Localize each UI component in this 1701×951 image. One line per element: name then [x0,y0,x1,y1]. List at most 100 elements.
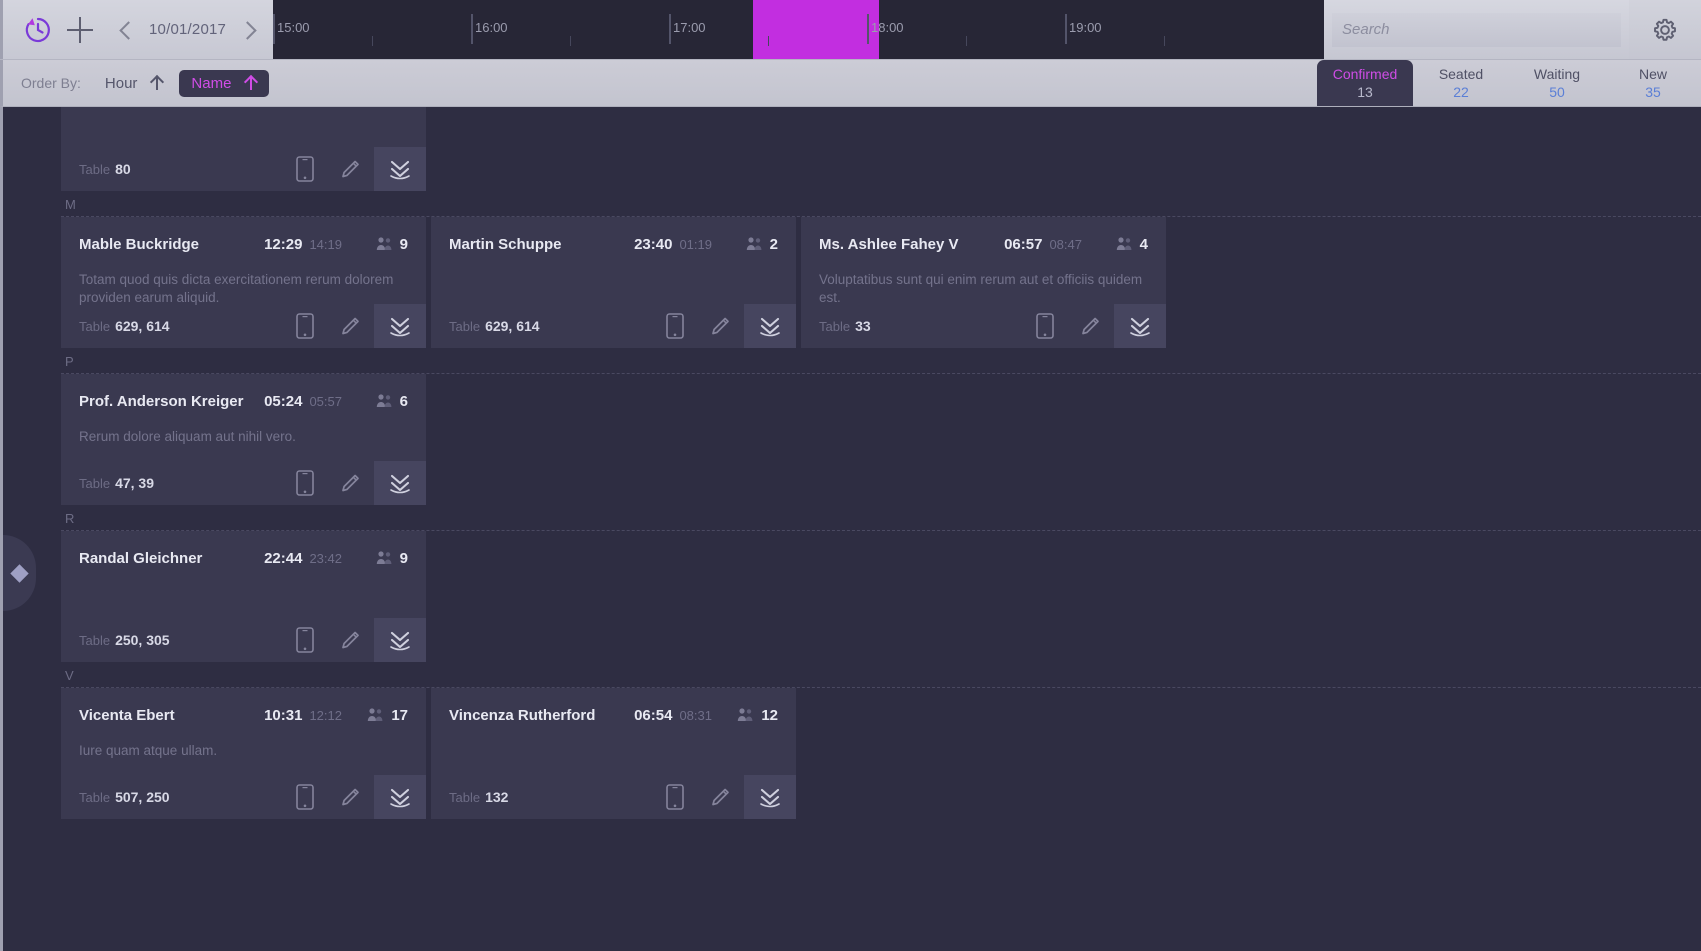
tab-count: 22 [1453,84,1469,100]
expand-button[interactable] [374,147,426,191]
reservation-card-partial[interactable]: Table 80 [61,107,426,191]
edit-button[interactable] [328,461,374,505]
edit-button[interactable] [698,304,744,348]
group-card-row: Vicenta Ebert 10:31 12:12 17 Iure quam atque… [3,688,1701,819]
tab-waiting[interactable]: Waiting 50 [1509,60,1605,106]
guest-count: 9 [399,549,408,567]
card-footer: Table 47, 39 [61,461,426,505]
timeline-ruler[interactable]: 15:00 16:00 17:00 18:00 19:00 [273,0,1324,59]
guest-count-group: 9 [364,236,408,253]
reservation-card[interactable]: Prof. Anderson Kreiger 05:24 05:57 6 Rerum d… [61,374,426,505]
edit-button[interactable] [328,147,374,191]
guest-count-group: 9 [364,550,408,567]
reservation-time-alt: 12:12 [309,707,342,723]
phone-button[interactable] [282,461,328,505]
tab-count: 13 [1357,84,1373,100]
card-header: Vicenta Ebert 10:31 12:12 17 [61,688,426,730]
plus-icon [67,16,93,43]
reservation-card[interactable]: Randal Gleichner 22:44 23:42 9 Table 250, 305 [61,531,426,662]
card-actions [282,461,426,505]
sort-option-hour-label: Hour [104,74,138,92]
edit-button[interactable] [328,618,374,662]
table-label: Table [79,789,111,805]
tab-confirmed[interactable]: Confirmed 13 [1317,60,1413,106]
tab-seated[interactable]: Seated 22 [1413,60,1509,106]
date-navigator: 10/01/2017 [113,17,262,43]
expand-button[interactable] [374,461,426,505]
history-clock-icon[interactable] [17,9,59,51]
phone-button[interactable] [652,304,698,348]
arrow-up-icon [245,76,257,90]
expand-button[interactable] [374,618,426,662]
expand-button[interactable] [1114,304,1166,348]
reservation-card[interactable]: Vicenta Ebert 10:31 12:12 17 Iure quam atque… [61,688,426,819]
reservation-group-V: V Vicenta Ebert 10:31 12:12 17 Iure quam atqu… [3,662,1701,819]
reservation-card[interactable]: Ms. Ashlee Fahey V 06:57 08:47 4 Voluptatibu… [801,217,1166,348]
customer-name: Prof. Anderson Kreiger [79,392,244,410]
reservation-card[interactable]: Martin Schuppe 23:40 01:19 2 Table 629, 614 [431,217,796,348]
edit-button[interactable] [328,775,374,819]
card-header: Martin Schuppe 23:40 01:19 2 [431,217,796,259]
table-label: Table [819,318,851,334]
reservation-time-alt: 08:31 [679,707,712,723]
tab-label: New [1638,66,1667,82]
expand-button[interactable] [744,775,796,819]
double-chevron-down-icon [390,317,410,337]
chevron-right-icon[interactable] [236,17,262,43]
card-actions [282,147,426,191]
phone-button[interactable] [1022,304,1068,348]
phone-button[interactable] [282,618,328,662]
card-actions [282,304,426,348]
edit-button[interactable] [328,304,374,348]
guests-people-icon [368,708,383,721]
edit-button[interactable] [1068,304,1114,348]
guest-count-group: 12 [734,707,778,724]
reservation-times: 22:44 23:42 [264,550,342,567]
pencil-icon [342,788,359,806]
guest-count-group: 6 [364,393,408,410]
phone-button[interactable] [282,304,328,348]
reservation-card[interactable]: Mable Buckridge 12:29 14:19 9 Totam quod qui… [61,217,426,348]
timeline-half-hour-tick [372,36,373,46]
group-card-row: Randal Gleichner 22:44 23:42 9 Table 250, 305 [3,531,1701,662]
reservation-times: 06:57 08:47 [1004,236,1082,253]
table-label: Table [79,475,111,491]
reservation-groups: M Mable Buckridge 12:29 14:19 9 Totam quod qu… [3,191,1701,819]
chevron-left-icon[interactable] [113,17,139,43]
search-input[interactable] [1332,12,1621,47]
phone-button[interactable] [282,147,328,191]
settings-button[interactable] [1629,0,1701,59]
mobile-phone-icon [296,784,314,810]
timeline-half-hour-tick [966,36,967,46]
reservation-card[interactable]: Vincenza Rutherford 06:54 08:31 12 Table 132 [431,688,796,819]
reservation-time-alt: 23:42 [309,550,342,566]
table-value: 250, 305 [115,632,170,648]
expand-button[interactable] [374,304,426,348]
phone-button[interactable] [652,775,698,819]
expand-button[interactable] [374,775,426,819]
timeline-major-tick [471,14,473,44]
reservation-time: 12:29 [264,235,303,253]
gear-icon [1654,18,1676,41]
double-chevron-down-icon [1130,317,1150,337]
timeline-half-hour-tick [1164,36,1165,46]
table-value: 80 [115,161,131,177]
group-letter-label: P [65,354,74,369]
add-reservation-button[interactable] [59,9,101,51]
sort-option-hour[interactable]: Hour [105,75,164,92]
group-letter-label: M [65,197,76,212]
pencil-icon [342,160,359,178]
group-letter-label: V [65,668,74,683]
timeline-major-tick [1065,14,1067,44]
tab-new[interactable]: New 35 [1605,60,1701,106]
table-label: Table [79,318,111,334]
sort-option-name-label: Name [191,74,232,92]
sort-option-name[interactable]: Name [179,69,270,97]
guest-count: 4 [1139,235,1148,253]
phone-button[interactable] [282,775,328,819]
mobile-phone-icon [296,470,314,496]
reservation-note: Rerum dolore aliquam aut nihil vero. [79,429,296,444]
edit-button[interactable] [698,775,744,819]
expand-button[interactable] [744,304,796,348]
card-actions [652,775,796,819]
